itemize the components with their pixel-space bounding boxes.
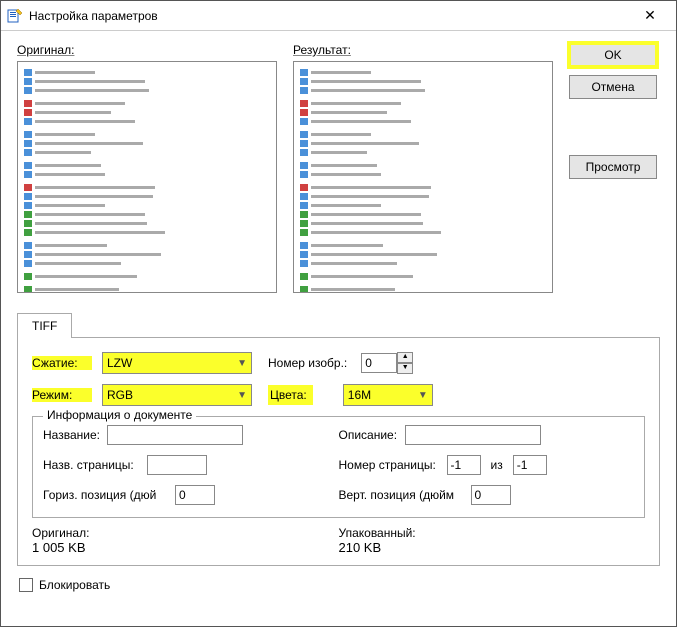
- packed-size-value: 210 KB: [339, 540, 646, 555]
- close-button[interactable]: ✕: [630, 2, 670, 30]
- lock-label: Блокировать: [39, 578, 110, 592]
- result-thumb: [300, 68, 460, 288]
- pagename-input[interactable]: [147, 455, 207, 475]
- hpos-label: Гориз. позиция (дюй: [43, 488, 171, 502]
- vpos-input[interactable]: [471, 485, 511, 505]
- preview-button-label: Просмотр: [586, 160, 641, 174]
- titlebar: Настройка параметров ✕: [1, 1, 676, 31]
- original-column: Оригинал:: [17, 43, 277, 293]
- tab-tiff-label: TIFF: [32, 319, 57, 333]
- chevron-down-icon: ▼: [237, 390, 247, 401]
- sizes-row: Оригинал: 1 005 KB Упакованный: 210 KB: [32, 526, 645, 555]
- colors-label: Цвета:: [268, 385, 313, 405]
- pagename-label: Назв. страницы:: [43, 458, 143, 472]
- close-icon: ✕: [644, 7, 656, 24]
- result-label: Результат:: [293, 43, 553, 57]
- desc-input[interactable]: [405, 425, 541, 445]
- spin-down-icon[interactable]: ▼: [397, 363, 413, 374]
- compression-label: Сжатие:: [32, 356, 92, 370]
- name-label: Название:: [43, 428, 103, 442]
- original-label: Оригинал:: [17, 43, 277, 57]
- original-size-value: 1 005 KB: [32, 540, 339, 555]
- cancel-button[interactable]: Отмена: [569, 75, 657, 99]
- chevron-down-icon: ▼: [237, 358, 247, 369]
- tab-pane: Сжатие: LZW ▼ Номер изобр.: ▲ ▼: [17, 337, 660, 566]
- app-icon: [7, 8, 23, 24]
- compression-value: LZW: [107, 356, 132, 370]
- docinfo-fieldset: Информация о документе Название: Описани…: [32, 416, 645, 518]
- original-preview: [17, 61, 277, 293]
- image-number-input[interactable]: [361, 353, 397, 373]
- ok-button-label: OK: [604, 48, 621, 62]
- cancel-button-label: Отмена: [591, 80, 634, 94]
- lock-checkbox[interactable]: [19, 578, 33, 592]
- original-thumb: [24, 68, 184, 288]
- docinfo-legend: Информация о документе: [43, 408, 196, 422]
- side-buttons: OK Отмена Просмотр: [569, 43, 657, 293]
- pagenum-input[interactable]: [447, 455, 481, 475]
- vpos-label: Верт. позиция (дюйм: [339, 488, 467, 502]
- packed-size-label: Упакованный:: [339, 526, 646, 540]
- spin-up-icon[interactable]: ▲: [397, 352, 413, 363]
- of-label: из: [491, 458, 503, 472]
- result-column: Результат:: [293, 43, 553, 293]
- mode-select[interactable]: RGB ▼: [102, 384, 252, 406]
- colors-select[interactable]: 16M ▼: [343, 384, 433, 406]
- chevron-down-icon: ▼: [418, 390, 428, 401]
- tab-strip: TIFF: [17, 313, 660, 338]
- pagecount-input[interactable]: [513, 455, 547, 475]
- window: Настройка параметров ✕ Оригинал:: [0, 0, 677, 627]
- mode-value: RGB: [107, 388, 133, 402]
- pagenum-label: Номер страницы:: [339, 458, 443, 472]
- colors-value: 16M: [348, 388, 371, 402]
- image-number-label: Номер изобр.:: [268, 356, 351, 370]
- hpos-input[interactable]: [175, 485, 215, 505]
- desc-label: Описание:: [339, 428, 401, 442]
- name-input[interactable]: [107, 425, 243, 445]
- top-row: Оригинал:: [17, 43, 660, 293]
- tab-area: TIFF Сжатие: LZW ▼ Номер изобр.: ▲ ▼: [17, 313, 660, 566]
- preview-button[interactable]: Просмотр: [569, 155, 657, 179]
- content: Оригинал:: [1, 31, 676, 625]
- compression-select[interactable]: LZW ▼: [102, 352, 252, 374]
- original-size-label: Оригинал:: [32, 526, 339, 540]
- image-number-stepper[interactable]: ▲ ▼: [361, 352, 413, 374]
- mode-label: Режим:: [32, 388, 92, 402]
- result-preview: [293, 61, 553, 293]
- image-number-spinner[interactable]: ▲ ▼: [397, 352, 413, 374]
- lock-row: Блокировать: [19, 578, 660, 592]
- window-title: Настройка параметров: [29, 9, 630, 23]
- ok-button[interactable]: OK: [569, 43, 657, 67]
- tab-tiff[interactable]: TIFF: [17, 313, 72, 338]
